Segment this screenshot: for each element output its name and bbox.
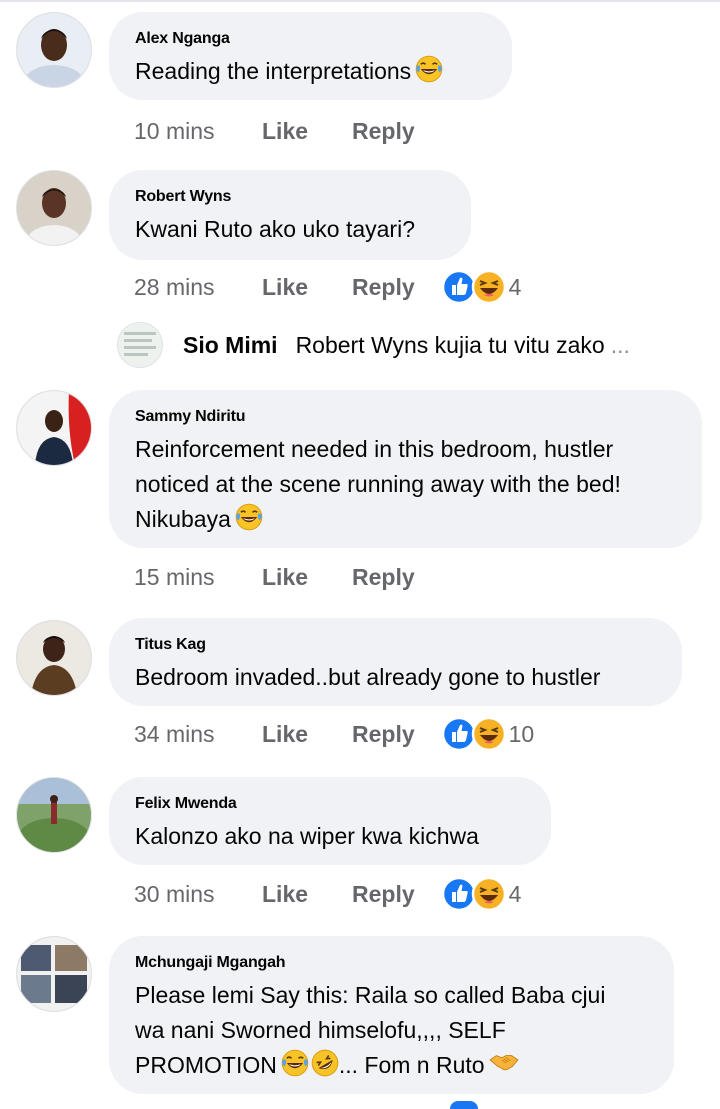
comment-timestamp: 10 mins xyxy=(134,117,215,144)
comment-bubble: Sammy Ndiritu Reinforcement needed in th… xyxy=(109,390,702,548)
reply-text: Robert Wyns kujia tu vitu zako xyxy=(295,331,605,358)
comment-timestamp: 28 mins xyxy=(134,273,215,300)
comment-text: Reading the interpretations xyxy=(135,54,486,89)
laughing-emoji-icon xyxy=(281,1049,309,1077)
comment-author[interactable]: Sammy Ndiritu xyxy=(135,408,676,426)
comment-actions: 15 mins Like Reply xyxy=(134,562,441,592)
reply-ellipsis: ... xyxy=(610,331,630,358)
avatar[interactable] xyxy=(16,777,92,853)
like-button[interactable]: Like xyxy=(262,118,352,145)
reply-preview[interactable]: Sio Mimi Robert Wyns kujia tu vitu zako … xyxy=(117,321,707,369)
like-button[interactable]: Like xyxy=(262,564,352,591)
comment-author[interactable]: Alex Nganga xyxy=(135,30,486,48)
reaction-summary[interactable]: 4 xyxy=(441,876,522,912)
comment-text-line: PROMOTION... Fom n Ruto xyxy=(135,1048,648,1083)
like-button[interactable]: Like xyxy=(262,881,352,908)
reply-button[interactable]: Reply xyxy=(352,721,415,748)
comment-text: Bedroom invaded..but already gone to hus… xyxy=(135,664,601,690)
comment-author[interactable]: Robert Wyns xyxy=(135,188,445,206)
laughing-emoji-icon xyxy=(235,503,263,531)
avatar[interactable] xyxy=(16,936,92,1012)
reply-button[interactable]: Reply xyxy=(352,881,415,908)
comment-author[interactable]: Titus Kag xyxy=(135,636,656,654)
comment-text: Kalonzo ako na wiper kwa kichwa xyxy=(135,823,479,849)
reaction-count: 4 xyxy=(508,880,522,907)
laughing-emoji-icon xyxy=(415,55,443,83)
comment-bubble: Felix Mwenda Kalonzo ako na wiper kwa ki… xyxy=(109,777,551,865)
avatar[interactable] xyxy=(16,170,92,246)
reply-button[interactable]: Reply xyxy=(352,564,415,591)
top-divider xyxy=(0,0,720,2)
comment-timestamp: 15 mins xyxy=(134,563,215,590)
reply-avatar xyxy=(117,322,163,368)
haha-reaction-icon xyxy=(471,716,507,752)
reaction-count: 4 xyxy=(508,273,522,300)
reaction-summary[interactable]: 4 xyxy=(441,269,522,305)
comment-actions: 30 mins Like Reply 4 xyxy=(134,879,521,909)
rolling-laughing-emoji-icon xyxy=(311,1049,339,1077)
reply-button[interactable]: Reply xyxy=(352,274,415,301)
comment-text-line: noticed at the scene running away with t… xyxy=(135,471,621,497)
reply-button[interactable]: Reply xyxy=(352,118,415,145)
like-button[interactable]: Like xyxy=(262,721,352,748)
comment-text: Kwani Ruto ako uko tayari? xyxy=(135,216,415,242)
comment-actions: 34 mins Like Reply 10 xyxy=(134,719,534,749)
haha-reaction-icon xyxy=(471,876,507,912)
comment-timestamp: 30 mins xyxy=(134,880,215,907)
like-button[interactable]: Like xyxy=(262,274,352,301)
comment-timestamp: 34 mins xyxy=(134,720,215,747)
comment-text-line: Reinforcement needed in this bedroom, hu… xyxy=(135,436,614,462)
avatar[interactable] xyxy=(16,390,92,466)
comment-actions: 10 mins Like Reply xyxy=(134,116,441,146)
reaction-count: 10 xyxy=(508,720,535,747)
comment-text-line: Nikubaya xyxy=(135,502,676,537)
comment-bubble: Mchungaji Mgangah Please lemi Say this: … xyxy=(109,936,674,1094)
comment-author[interactable]: Felix Mwenda xyxy=(135,795,525,813)
reaction-summary[interactable]: 10 xyxy=(441,716,535,752)
handshake-emoji-icon xyxy=(489,1051,519,1073)
comment-text-line: wa nani Sworned himselofu,,,, SELF xyxy=(135,1017,506,1043)
comment-bubble: Robert Wyns Kwani Ruto ako uko tayari? xyxy=(109,170,471,260)
comment-actions: 28 mins Like Reply 4 xyxy=(134,272,521,302)
reply-author[interactable]: Sio Mimi xyxy=(183,332,278,359)
avatar[interactable] xyxy=(16,620,92,696)
partial-reaction-icon xyxy=(450,1101,478,1109)
comment-bubble: Alex Nganga Reading the interpretations xyxy=(109,12,512,100)
comment-text-line: Please lemi Say this: Raila so called Ba… xyxy=(135,982,606,1008)
haha-reaction-icon xyxy=(471,269,507,305)
comment-author[interactable]: Mchungaji Mgangah xyxy=(135,954,648,972)
avatar[interactable] xyxy=(16,12,92,88)
comment-bubble: Titus Kag Bedroom invaded..but already g… xyxy=(109,618,682,706)
